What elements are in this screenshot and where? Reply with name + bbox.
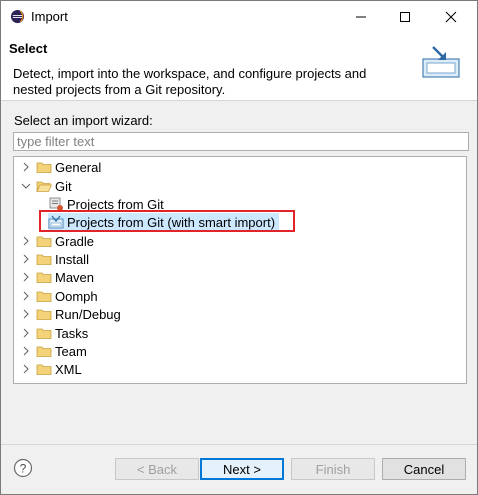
tree-item-projects-from-git[interactable]: Projects from Git	[48, 195, 164, 213]
tree-item-label: Install	[55, 251, 89, 267]
tree-item-install[interactable]: Install	[20, 250, 89, 268]
maximize-button[interactable]	[385, 1, 425, 32]
window-title: Import	[31, 9, 68, 24]
tree-item-general[interactable]: General	[20, 158, 101, 176]
finish-button[interactable]: Finish	[291, 458, 375, 480]
chevron-down-icon[interactable]	[20, 180, 32, 192]
tree-item-gradle[interactable]: Gradle	[20, 232, 94, 250]
folder-icon	[36, 328, 52, 339]
footer-separator	[1, 444, 477, 445]
tree-item-label: Gradle	[55, 233, 95, 249]
tree-item-label: Projects from Git (with smart import)	[67, 214, 276, 230]
filter-input[interactable]	[13, 132, 469, 151]
tree-item-label: Git	[55, 178, 72, 194]
tree-item-label: XML	[55, 361, 82, 377]
help-icon[interactable]: ?	[13, 458, 33, 478]
tree-item-maven[interactable]: Maven	[20, 268, 94, 286]
tree-item-tasks[interactable]: Tasks	[20, 324, 88, 342]
tree-item-label: Projects from Git	[67, 196, 164, 212]
git-import-icon	[49, 197, 63, 211]
folder-icon	[36, 309, 52, 320]
cancel-button[interactable]: Cancel	[382, 458, 466, 480]
tree-item-label: Team	[55, 343, 87, 359]
tree-item-label: Maven	[55, 269, 95, 285]
close-button[interactable]	[431, 1, 471, 32]
chevron-right-icon[interactable]	[20, 363, 32, 375]
folder-icon	[36, 162, 52, 173]
chevron-right-icon[interactable]	[20, 327, 32, 339]
eclipse-logo-icon	[10, 9, 25, 24]
chevron-right-icon[interactable]	[20, 308, 32, 320]
tree-item-projects-from-git-smart-import[interactable]: Projects from Git (with smart import)	[48, 213, 280, 231]
wizard-header: Select Detect, import into the workspace…	[1, 32, 477, 101]
folder-icon	[36, 254, 52, 265]
tree-item-team[interactable]: Team	[20, 342, 87, 360]
import-wizard-banner-icon	[422, 46, 460, 78]
folder-icon	[36, 364, 52, 375]
tree-item-git[interactable]: Git	[20, 177, 72, 195]
minimize-icon	[356, 16, 366, 17]
wizard-tree: General Git Projects from Git Projects f…	[13, 156, 467, 384]
page-description: Detect, import into the workspace, and c…	[13, 66, 367, 97]
tree-item-label: General	[55, 159, 102, 175]
chevron-right-icon[interactable]	[20, 161, 32, 173]
title-bar: Import	[1, 1, 477, 32]
folder-open-icon	[36, 181, 52, 192]
tree-item-xml[interactable]: XML	[20, 360, 82, 378]
import-dialog: Import Select Detect, import into the wo…	[0, 0, 478, 495]
wizard-prompt-label: Select an import wizard:	[14, 113, 153, 128]
folder-icon	[36, 346, 52, 357]
folder-icon	[36, 291, 52, 302]
chevron-right-icon[interactable]	[20, 345, 32, 357]
page-title: Select	[9, 41, 48, 56]
chevron-right-icon[interactable]	[20, 290, 32, 302]
close-icon	[445, 11, 457, 22]
smart-import-icon	[48, 215, 64, 229]
back-button[interactable]: < Back	[115, 458, 199, 480]
chevron-right-icon[interactable]	[20, 271, 32, 283]
folder-icon	[36, 272, 52, 283]
tree-item-label: Run/Debug	[55, 306, 121, 322]
tree-item-label: Tasks	[55, 325, 89, 341]
minimize-button[interactable]	[341, 1, 381, 32]
chevron-right-icon[interactable]	[20, 235, 32, 247]
tree-item-oomph[interactable]: Oomph	[20, 287, 98, 305]
tree-item-run-debug[interactable]: Run/Debug	[20, 305, 121, 323]
tree-item-label: Oomph	[55, 288, 98, 304]
maximize-icon	[400, 11, 410, 22]
folder-icon	[36, 236, 52, 247]
next-button[interactable]: Next >	[200, 458, 284, 480]
svg-text:?: ?	[20, 462, 27, 476]
chevron-right-icon[interactable]	[20, 253, 32, 265]
